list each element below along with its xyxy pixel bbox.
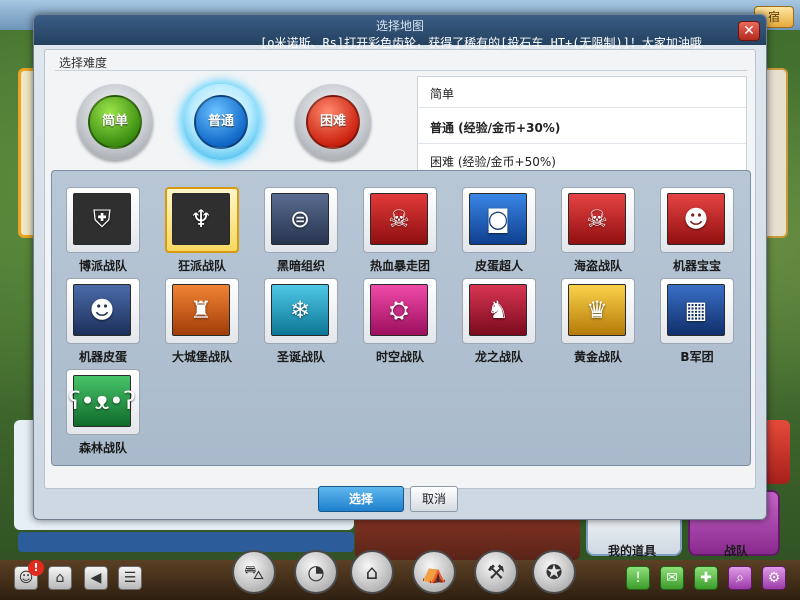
team-name: 圣诞战队 (276, 350, 325, 364)
team-card[interactable]: ◙ 皮蛋超人 (462, 187, 536, 273)
garage-icon[interactable]: ⌂ (350, 550, 394, 594)
back-arrow-icon[interactable]: ◀ (84, 566, 108, 590)
team-card[interactable]: ♆ 狂派战队 (165, 187, 239, 273)
team-name: 海盗战队 (573, 259, 622, 273)
toolbox-icon[interactable]: ⚒ (474, 550, 518, 594)
spacetime-icon: ⛭ (370, 284, 428, 336)
team-card[interactable]: ☻ 机器宝宝 (660, 187, 734, 273)
chat-icon[interactable]: ✉ (660, 566, 684, 590)
team-card[interactable]: ☠ 海盗战队 (561, 187, 635, 273)
dialog-content: 选择难度 简单 普通 困难 简单 普通 (经验/金币+30%) 困难 (经验/金… (44, 49, 756, 489)
team-grid: ⛨ 博派战队 ♆ 狂派战队 ⊜ 黑暗组织 ☠ 热血暴走团 ◙ 皮蛋超人 ☠ 海盗… (51, 170, 751, 466)
team-card[interactable]: ☠ 热血暴走团 (363, 187, 437, 273)
team-name: 博派战队 (78, 259, 127, 273)
reward-normal: 普通 (经验/金币+30%) (430, 121, 561, 135)
team-card[interactable]: ❄ 圣诞战队 (264, 278, 338, 364)
settings-gear-icon[interactable]: ⚙ (762, 566, 786, 590)
pirate-skull-icon: ☠ (568, 193, 626, 245)
divider (55, 70, 747, 71)
divider (418, 107, 746, 108)
close-button[interactable]: ✕ (738, 21, 760, 41)
superman-robot-icon: ◙ (469, 193, 527, 245)
city-icon: ▦ (667, 284, 725, 336)
team-name: 黑暗组织 (276, 259, 325, 273)
difficulty-easy-label: 简单 (88, 95, 142, 149)
speedometer-icon[interactable]: ◔ (294, 550, 338, 594)
team-name: 狂派战队 (177, 259, 226, 273)
select-button[interactable]: 选择 (318, 486, 404, 512)
team-card[interactable]: ♜ 大城堡战队 (165, 278, 239, 364)
team-name: 龙之战队 (474, 350, 523, 364)
team-name: 大城堡战队 (171, 350, 232, 364)
dark-org-icon: ⊜ (271, 193, 329, 245)
team-card[interactable]: ⛭ 时空战队 (363, 278, 437, 364)
team-name: 热血暴走团 (369, 259, 430, 273)
reward-easy: 简单 (430, 87, 455, 101)
decepticon-icon: ♆ (172, 193, 230, 245)
select-map-dialog: 选择地图 [o米诺斯、Rs]打开彩色齿轮，获得了稀有的[投石车 HT+(无限制)… (33, 14, 767, 520)
cancel-button[interactable]: 取消 (410, 486, 458, 512)
difficulty-normal[interactable]: 普通 (183, 84, 259, 160)
bear-icon: ʕ•ᴥ•ʔ (68, 375, 136, 427)
team-card[interactable]: ⊜ 黑暗组织 (264, 187, 338, 273)
search-icon[interactable]: ⌕ (728, 566, 752, 590)
dragon-icon: ♞ (469, 284, 527, 336)
difficulty-hard[interactable]: 困难 (295, 84, 371, 160)
team-name: 森林战队 (78, 441, 127, 455)
puzzle-icon[interactable]: ✚ (694, 566, 718, 590)
team-name: 机器宝宝 (672, 259, 721, 273)
team-card[interactable]: ☻ 机器皮蛋 (66, 278, 140, 364)
team-card[interactable]: ▦ B军团 (660, 278, 734, 364)
home-icon[interactable]: ⌂ (48, 566, 72, 590)
team-card[interactable]: ♛ 黄金战队 (561, 278, 635, 364)
team-name: 皮蛋超人 (474, 259, 523, 273)
team-name: 黄金战队 (573, 350, 622, 364)
divider (418, 143, 746, 144)
christmas-icon: ❄ (271, 284, 329, 336)
difficulty-normal-label: 普通 (194, 95, 248, 149)
team-name: 时空战队 (375, 350, 424, 364)
shop-icon[interactable]: ⛺ (412, 550, 456, 594)
notepad-icon[interactable]: ☰ (118, 566, 142, 590)
autobot-icon: ⛨ (73, 193, 131, 245)
robot-egg-icon: ☻ (73, 284, 131, 336)
team-name: 机器皮蛋 (78, 350, 127, 364)
chat-input-bar[interactable] (18, 532, 354, 552)
emblem-icon[interactable]: ✪ (532, 550, 576, 594)
team-card[interactable]: ʕ•ᴥ•ʔ 森林战队 (66, 369, 140, 455)
biker-skull-icon: ☠ (370, 193, 428, 245)
reward-list: 简单 普通 (经验/金币+30%) 困难 (经验/金币+50%) (417, 76, 747, 180)
alert-icon[interactable]: ! (626, 566, 650, 590)
difficulty-hard-label: 困难 (306, 95, 360, 149)
team-button-label: 战队 (724, 544, 749, 558)
broadcast-message: [o米诺斯、Rs]打开彩色齿轮，获得了稀有的[投石车 HT+(无限制)]！大家加… (260, 36, 702, 50)
robot-baby-icon: ☻ (667, 193, 725, 245)
team-card[interactable]: ⛨ 博派战队 (66, 187, 140, 273)
my-items-label: 我的道具 (608, 544, 657, 558)
castle-icon: ♜ (172, 284, 230, 336)
golden-robot-icon: ♛ (568, 284, 626, 336)
team-name: B军团 (680, 350, 714, 364)
difficulty-heading: 选择难度 (59, 56, 108, 70)
team-card[interactable]: ♞ 龙之战队 (462, 278, 536, 364)
difficulty-easy[interactable]: 简单 (77, 84, 153, 160)
kart-icon[interactable]: ⛍ (232, 550, 276, 594)
notification-badge: ! (28, 560, 44, 576)
dialog-title: 选择地图 (375, 19, 424, 33)
